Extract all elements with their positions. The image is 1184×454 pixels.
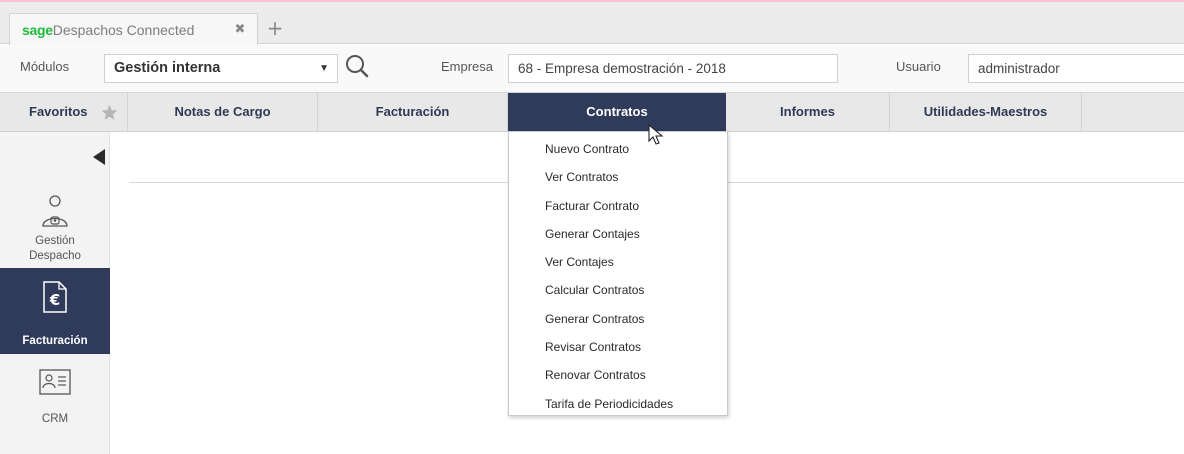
menu-item-ver-contratos[interactable]: Ver Contratos	[509, 163, 727, 191]
modulos-select-value: Gestión interna	[114, 60, 221, 76]
menu-item-tarifa-de-periodicidades[interactable]: Tarifa de Periodicidades	[509, 390, 727, 418]
modulos-label: Módulos	[20, 59, 70, 74]
nav-facturacion[interactable]: Facturación	[318, 93, 508, 131]
nav-informes[interactable]: Informes	[726, 93, 890, 131]
sidebar-item-label: Despacho	[29, 250, 81, 262]
nav-favoritos[interactable]: Favoritos	[0, 93, 128, 131]
toolbar: Módulos Gestión interna ▼ Empresa 68 - E…	[0, 45, 1184, 92]
collapse-arrow-icon[interactable]	[93, 149, 105, 165]
menu-item-revisar-contratos[interactable]: Revisar Contratos	[509, 333, 727, 361]
menu-item-facturar-contrato[interactable]: Facturar Contrato	[509, 192, 727, 220]
menu-item-generar-contajes[interactable]: Generar Contajes	[509, 220, 727, 248]
contact-card-icon	[39, 369, 71, 395]
nav-notas-de-cargo[interactable]: Notas de Cargo	[128, 93, 318, 131]
sidebar-item-crm[interactable]: CRM	[0, 368, 110, 448]
search-icon[interactable]	[344, 52, 372, 82]
sidebar-item-label: Gestión	[35, 235, 75, 247]
sidebar-item-facturacion[interactable]: € Facturación	[0, 268, 110, 354]
plus-icon[interactable]: +	[262, 16, 288, 42]
close-icon[interactable]: ✖	[231, 21, 249, 39]
menu-item-generar-contratos[interactable]: Generar Contratos	[509, 305, 727, 333]
nav-contratos[interactable]: Contratos	[508, 93, 726, 131]
sidebar-item-label: CRM	[41, 413, 69, 425]
tab-strip: sageDespachos Connected ✖ +	[0, 0, 1184, 46]
app-tab[interactable]: sageDespachos Connected ✖	[9, 13, 258, 46]
nav-utilidades-maestros[interactable]: Utilidades-Maestros	[890, 93, 1082, 131]
menu-item-nuevo-contrato[interactable]: Nuevo Contrato	[509, 135, 727, 163]
empresa-label: Empresa	[441, 59, 494, 74]
sidebar-item-gestion-despacho[interactable]: Gestión Despacho	[0, 194, 110, 266]
app-tab-title: sageDespachos Connected	[22, 20, 194, 41]
menu-item-renovar-contratos[interactable]: Renovar Contratos	[509, 361, 727, 389]
star-icon[interactable]	[101, 104, 118, 121]
menu-item-ver-contajes[interactable]: Ver Contajes	[509, 248, 727, 276]
invoice-euro-icon: €	[43, 281, 67, 313]
usuario-label: Usuario	[896, 59, 941, 74]
sidebar: Gestión Despacho € Facturación CRM	[0, 132, 110, 454]
main-nav: Favoritos Notas de Cargo Facturación Con…	[0, 92, 1184, 132]
contratos-menu: Nuevo Contrato Ver Contratos Facturar Co…	[508, 131, 728, 416]
sidebar-item-label: Facturación	[22, 335, 88, 347]
nav-favoritos-label: Favoritos	[29, 104, 88, 119]
menu-item-calcular-contratos[interactable]: Calcular Contratos	[509, 276, 727, 304]
user-id-icon	[42, 195, 68, 227]
caret-down-icon: ▼	[319, 63, 329, 74]
app-name: Despachos Connected	[52, 22, 195, 38]
empresa-field[interactable]: 68 - Empresa demostración - 2018	[508, 54, 838, 83]
modulos-select[interactable]: Gestión interna ▼	[104, 54, 338, 83]
sage-logo: sage	[22, 22, 53, 38]
usuario-field[interactable]: administrador	[968, 54, 1184, 83]
svg-text:€: €	[49, 291, 60, 309]
